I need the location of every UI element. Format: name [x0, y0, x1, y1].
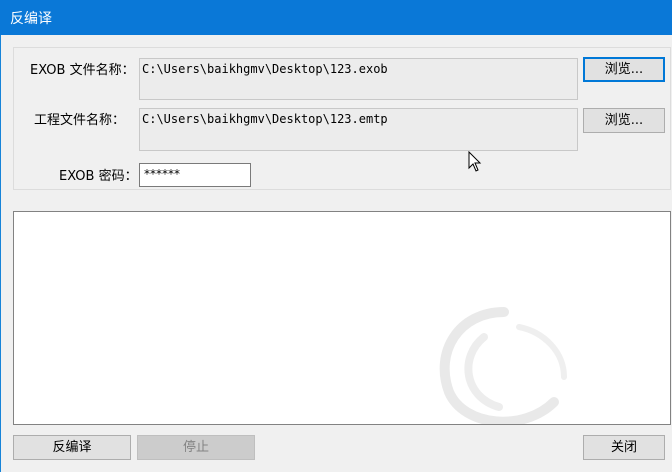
window-title: 反编译 [10, 11, 52, 27]
exob-password-label: EXOB 密码： [59, 169, 138, 184]
exob-file-path-field[interactable]: C:\Users\baikhgmv\Desktop\123.exob [139, 58, 578, 100]
browse-exob-button[interactable]: 浏览... [583, 57, 665, 82]
pointer-cursor-icon [468, 151, 482, 172]
project-file-path-field[interactable]: C:\Users\baikhgmv\Desktop\123.emtp [139, 108, 578, 151]
window-left-border [0, 35, 1, 472]
title-bar[interactable]: 反编译 [0, 0, 672, 35]
watermark-logo-icon [439, 307, 567, 424]
close-button[interactable]: 关闭 [583, 435, 665, 460]
browse-project-button[interactable]: 浏览... [583, 108, 665, 133]
output-log-area[interactable] [13, 211, 671, 425]
stop-button[interactable]: 停止 [137, 435, 255, 460]
project-file-label: 工程文件名称： [34, 113, 126, 128]
decompile-button[interactable]: 反编译 [13, 435, 131, 460]
exob-file-label: EXOB 文件名称： [30, 63, 135, 78]
exob-password-input[interactable]: ****** [139, 163, 251, 187]
